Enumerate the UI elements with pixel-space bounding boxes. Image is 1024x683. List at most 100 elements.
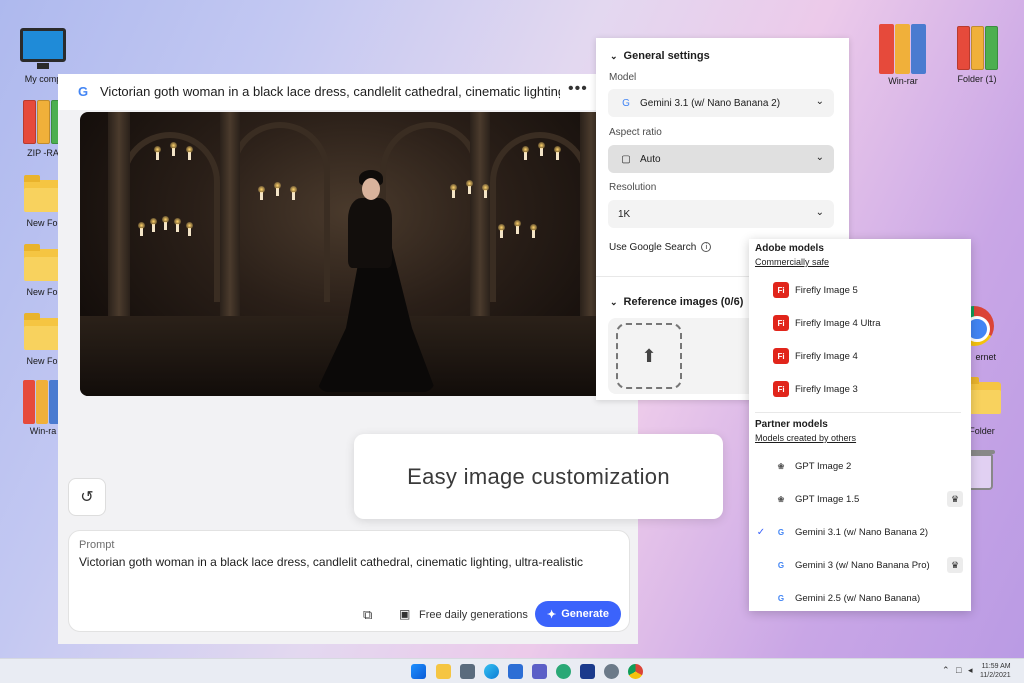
app-icon[interactable]	[556, 664, 571, 679]
folder-icon	[24, 244, 62, 281]
model-option-label: Firefly Image 5	[795, 284, 858, 296]
model-option-label: GPT Image 2	[795, 460, 852, 472]
general-settings-header[interactable]: ⌄ General settings	[610, 50, 710, 62]
resolution-value: 1K	[618, 208, 631, 220]
google-icon: G	[777, 593, 785, 603]
clock-date: 11/2/2021	[980, 672, 1011, 679]
models-created-by-others-link[interactable]: Models created by others	[755, 433, 856, 443]
resolution-label: Resolution	[609, 182, 657, 193]
generate-button[interactable]: ✦ Generate	[535, 601, 621, 627]
winrar-icon	[23, 380, 63, 424]
firefly-icon: Fi	[773, 315, 789, 331]
more-options-button[interactable]: •••	[568, 80, 588, 98]
google-search-text: Use Google Search	[609, 242, 697, 253]
google-search-label: Use Google Search i	[609, 242, 712, 253]
prompt-input[interactable]: Victorian goth woman in a black lace dre…	[79, 555, 619, 569]
chevron-up-icon[interactable]: ⌃	[942, 665, 950, 676]
aspect-ratio-icon: ▢	[621, 153, 631, 165]
upload-reference-button[interactable]: ⬆	[616, 323, 682, 389]
chevron-down-icon: ⌄	[815, 152, 824, 163]
winrar-icon	[879, 24, 927, 74]
generate-label: Generate	[561, 608, 609, 620]
model-select[interactable]: G Gemini 3.1 (w/ Nano Banana 2) ⌄	[608, 89, 834, 117]
model-option-gemini-3-1[interactable]: ✓ G Gemini 3.1 (w/ Nano Banana 2)	[749, 518, 971, 546]
desktop-icon-winrar[interactable]: Win-rar	[868, 24, 938, 86]
model-label: Model	[609, 72, 637, 83]
crown-icon: ♛	[947, 491, 963, 507]
chevron-down-icon: ⌄	[815, 207, 824, 218]
chrome-icon[interactable]	[628, 664, 643, 679]
generation-title: Victorian goth woman in a black lace dre…	[100, 84, 560, 99]
feature-callout: Easy image customization	[354, 434, 723, 519]
model-option-gpt-image-2[interactable]: ❀ GPT Image 2	[749, 452, 971, 480]
model-option-firefly-image-3[interactable]: Fi Firefly Image 3	[749, 375, 971, 403]
google-icon: G	[622, 97, 630, 109]
reference-images-title: Reference images (0/6)	[623, 296, 744, 308]
model-dropdown-menu: Adobe models Commercially safe Fi Firefl…	[749, 239, 971, 611]
binders-icon	[955, 26, 999, 72]
chevron-down-icon: ⌄	[610, 297, 618, 307]
crown-icon: ♛	[947, 557, 963, 573]
model-value: Gemini 3.1 (w/ Nano Banana 2)	[640, 97, 781, 109]
settings-gear-icon[interactable]	[604, 664, 619, 679]
volume-icon[interactable]: ◂	[968, 665, 973, 676]
computer-icon	[20, 28, 66, 69]
credits-icon: ▣	[399, 607, 411, 621]
folder-icon	[24, 313, 62, 350]
prompt-tools-icon[interactable]: ⧉	[363, 607, 372, 623]
generated-image[interactable]	[80, 112, 620, 396]
teams-icon[interactable]	[532, 664, 547, 679]
model-option-label: GPT Image 1.5	[795, 493, 860, 505]
taskbar: ⌃ □ ◂ 11:59 AM 11/2/2021	[0, 658, 1024, 683]
google-icon: G	[777, 560, 785, 570]
desktop-icon-label: Folder (1)	[957, 74, 997, 84]
model-option-label: Gemini 3.1 (w/ Nano Banana 2)	[795, 526, 929, 538]
firefly-app-window: G Victorian goth woman in a black lace d…	[58, 74, 638, 644]
model-option-gpt-image-1-5[interactable]: ❀ GPT Image 1.5 ♛	[749, 485, 971, 513]
file-explorer-icon[interactable]	[436, 664, 451, 679]
firefly-taskbar-icon[interactable]	[580, 664, 595, 679]
resolution-select[interactable]: 1K ⌄	[608, 200, 834, 228]
aspect-ratio-select[interactable]: ▢ Auto ⌄	[608, 145, 834, 173]
reference-images-header[interactable]: ⌄ Reference images (0/6)	[610, 296, 743, 308]
commercially-safe-link[interactable]: Commercially safe	[755, 257, 829, 267]
firefly-icon: Fi	[773, 381, 789, 397]
firefly-icon: Fi	[773, 348, 789, 364]
model-option-label: Firefly Image 3	[795, 383, 858, 395]
aspect-ratio-value: Auto	[640, 153, 661, 165]
google-icon: G	[777, 527, 785, 537]
system-clock[interactable]: 11:59 AM 11/2/2021	[980, 662, 1011, 680]
model-option-gemini-2-5[interactable]: G Gemini 2.5 (w/ Nano Banana)	[749, 584, 971, 612]
model-option-gemini-3[interactable]: G Gemini 3 (w/ Nano Banana Pro) ♛	[749, 551, 971, 579]
edge-icon[interactable]	[484, 664, 499, 679]
model-option-firefly-image-5[interactable]: Fi Firefly Image 5	[749, 276, 971, 304]
prompt-panel: Prompt Victorian goth woman in a black l…	[68, 530, 630, 632]
openai-icon: ❀	[777, 494, 785, 504]
info-icon[interactable]: i	[701, 242, 712, 253]
model-option-firefly-image-4[interactable]: Fi Firefly Image 4	[749, 342, 971, 370]
aspect-ratio-label: Aspect ratio	[609, 127, 662, 138]
model-option-label: Firefly Image 4 Ultra	[795, 317, 881, 329]
checkmark-icon: ✓	[756, 526, 766, 538]
partner-models-title: Partner models	[755, 419, 828, 430]
history-icon: ↺	[80, 489, 94, 506]
chevron-down-icon: ⌄	[610, 51, 618, 61]
model-option-label: Gemini 3 (w/ Nano Banana Pro)	[795, 559, 930, 571]
openai-icon: ❀	[777, 461, 785, 471]
history-button[interactable]: ↺	[68, 478, 106, 516]
windows-start-icon[interactable]	[411, 664, 426, 679]
general-settings-title: General settings	[623, 50, 710, 62]
clock-time: 11:59 AM	[981, 663, 1011, 670]
model-option-firefly-image-4-ultra[interactable]: Fi Firefly Image 4 Ultra	[749, 309, 971, 337]
adobe-models-title: Adobe models	[755, 243, 824, 254]
camera-icon[interactable]	[460, 664, 475, 679]
network-icon[interactable]: □	[956, 665, 961, 675]
firefly-icon: Fi	[773, 282, 789, 298]
store-icon[interactable]	[508, 664, 523, 679]
desktop-icon-folder-1[interactable]: Folder (1)	[942, 26, 1012, 84]
desktop-icon-label: Win-rar	[888, 76, 918, 86]
upload-image-icon: ⬆	[641, 345, 657, 366]
folder-icon	[24, 175, 62, 212]
model-option-label: Firefly Image 4	[795, 350, 858, 362]
sparkle-icon: ✦	[547, 608, 557, 621]
